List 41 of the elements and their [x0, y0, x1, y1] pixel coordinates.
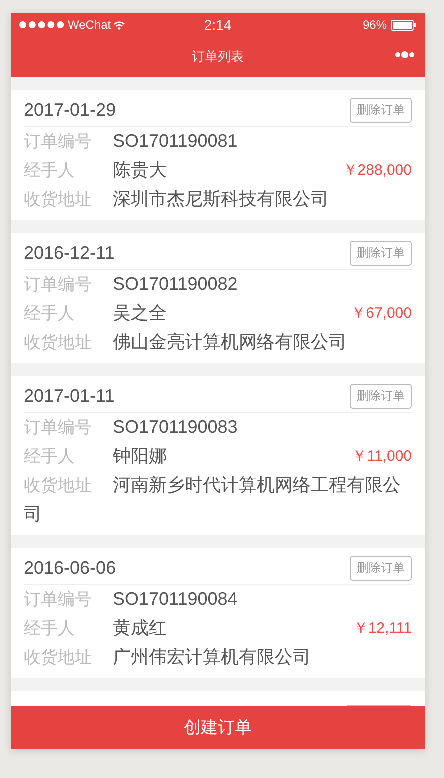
- more-icon[interactable]: [395, 51, 415, 59]
- handler-name: 陈贵大: [113, 160, 167, 180]
- carrier-name: WeChat: [68, 18, 112, 32]
- clock-time: 2:14: [204, 17, 232, 33]
- field-label: 订单编号: [24, 274, 93, 296]
- handler-name: 吴之全: [113, 303, 167, 323]
- create-order-button[interactable]: 创建订单: [11, 706, 425, 749]
- order-date: 2016-12-11: [24, 242, 115, 264]
- address-text: 收货地址 佛山金亮计算机网络有限公司: [24, 331, 348, 354]
- battery-percent: 96%: [362, 18, 388, 32]
- order-date: 2017-01-29: [24, 100, 116, 120]
- order-number: SO1701190082: [113, 274, 238, 294]
- order-date: 2016-06-06: [24, 558, 116, 578]
- wifi-icon: [114, 20, 126, 30]
- order-number: SO1701190081: [113, 131, 238, 151]
- address-text: 收货地址 河南新乡时代计算机网络工程有限公司: [24, 474, 402, 526]
- delete-button[interactable]: 删除订单: [350, 384, 412, 408]
- field-label: 经手人: [24, 303, 76, 325]
- handler-name: 钟阳娜: [113, 446, 167, 466]
- handler-name: 黄成红: [113, 618, 167, 638]
- order-amount: ￥288,000: [342, 161, 412, 181]
- field-label: 订单编号: [24, 589, 93, 611]
- order-amount: ￥67,000: [351, 304, 412, 324]
- field-label: 经手人: [24, 618, 76, 640]
- order-number: SO1701190083: [113, 417, 238, 437]
- order-amount: ￥12,111: [353, 619, 412, 639]
- address-text: 收货地址 广州伟宏计算机有限公司: [24, 646, 312, 669]
- page-title: 订单列表: [192, 48, 244, 66]
- order-number: SO1701190084: [113, 589, 238, 609]
- address-text: 收货地址 深圳市杰尼斯科技有限公司: [24, 188, 330, 211]
- field-label: 订单编号: [24, 417, 93, 439]
- delete-button[interactable]: 删除订单: [350, 556, 412, 580]
- field-label: 经手人: [24, 160, 76, 182]
- delete-button[interactable]: 删除订单: [350, 240, 412, 266]
- field-label: 经手人: [24, 446, 76, 468]
- order-date: 2017-01-11: [24, 386, 115, 406]
- signal-icon: [19, 21, 65, 29]
- field-label: 订单编号: [24, 131, 93, 153]
- delete-button[interactable]: 删除订单: [350, 98, 412, 122]
- order-amount: ￥11,000: [352, 447, 412, 467]
- battery-icon: [391, 20, 418, 30]
